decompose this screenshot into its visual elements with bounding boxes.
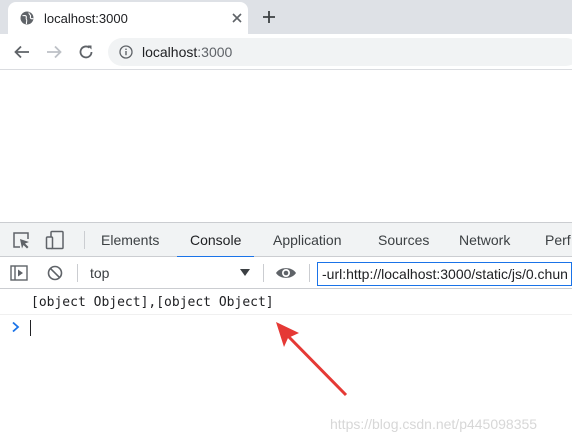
console-message: [object Object],[object Object] (0, 289, 572, 315)
inspect-element-icon[interactable] (12, 231, 30, 249)
tab-elements[interactable]: Elements (101, 223, 159, 257)
toolbar-divider (263, 264, 264, 282)
context-label: top (90, 265, 110, 281)
devtools-tabbar: Elements Console Application Sources Net… (0, 223, 572, 258)
tab-title: localhost:3000 (44, 11, 128, 26)
url-port: :3000 (197, 44, 233, 60)
toolbar-divider (77, 264, 78, 282)
console-toolbar: top (0, 257, 572, 289)
forward-arrow-icon[interactable] (45, 43, 63, 61)
browser-toolbar: localhost:3000 (0, 34, 572, 70)
eye-icon[interactable] (275, 265, 297, 281)
toolbar-divider (84, 231, 85, 249)
show-sidebar-icon[interactable] (10, 265, 28, 281)
url-host: localhost (142, 44, 198, 60)
tab-network[interactable]: Network (459, 223, 510, 257)
tab-strip: localhost:3000 (0, 0, 572, 34)
tab-console[interactable]: Console (176, 223, 255, 258)
plus-icon[interactable] (261, 9, 277, 25)
device-toolbar-icon[interactable] (45, 230, 65, 250)
console-message-text: [object Object],[object Object] (31, 295, 274, 310)
clear-console-icon[interactable] (47, 265, 63, 281)
back-arrow-icon[interactable] (13, 43, 31, 61)
watermark: https://blog.csdn.net/p445098355 (330, 416, 538, 432)
console-filter-input[interactable] (317, 262, 572, 286)
context-selector[interactable]: top (84, 262, 256, 284)
tab-performance[interactable]: Perf (545, 223, 571, 257)
info-icon[interactable] (119, 45, 133, 59)
globe-icon (20, 11, 34, 25)
browser-tab[interactable]: localhost:3000 (8, 2, 248, 34)
annotation-arrow (276, 322, 348, 397)
page-viewport (0, 71, 572, 223)
chevron-right-icon (12, 321, 20, 333)
close-icon[interactable] (230, 11, 244, 25)
triangle-down-icon (240, 269, 250, 276)
tab-sources[interactable]: Sources (378, 223, 429, 257)
address-bar[interactable]: localhost:3000 (108, 38, 572, 66)
toolbar-divider (309, 264, 310, 282)
tab-application[interactable]: Application (273, 223, 342, 257)
text-caret (30, 320, 31, 336)
url-text[interactable]: localhost:3000 (142, 44, 232, 60)
reload-icon[interactable] (77, 43, 95, 61)
